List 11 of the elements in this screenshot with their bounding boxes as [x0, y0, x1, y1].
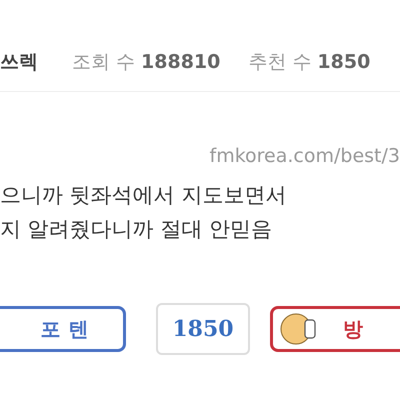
votes-label: 추천 수 [248, 50, 312, 75]
views-label: 조회 수 [72, 50, 136, 75]
views-count: 188810 [141, 51, 220, 73]
vote-count: 1850 [156, 303, 250, 355]
post-text-line: 으니까 뒷좌석에서 지도보면서 [0, 182, 288, 209]
source-url: fmkorea.com/best/3 [210, 145, 400, 167]
author-name: 쓰렉 [0, 50, 38, 75]
post-text-line: 지 알려줬다니까 절대 안믿음 [0, 216, 274, 243]
votes-count: 1850 [317, 51, 370, 73]
downvote-button[interactable]: 방 [270, 306, 400, 352]
upvote-button[interactable]: 포텐 [0, 306, 126, 352]
